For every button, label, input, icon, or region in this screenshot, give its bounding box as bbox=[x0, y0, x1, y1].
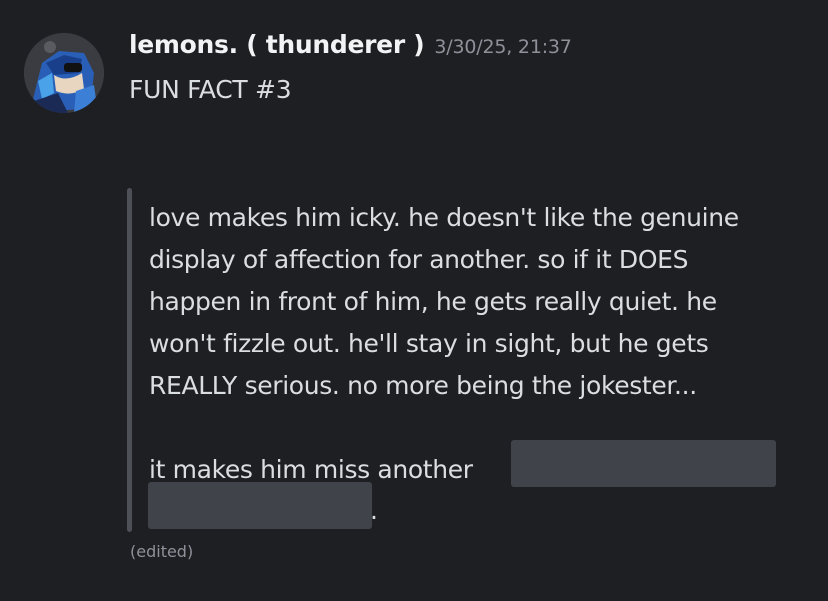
quote-line: happen in front of him, he gets really q… bbox=[149, 287, 717, 316]
spoiler-block[interactable] bbox=[511, 440, 776, 487]
quote-line: REALLY serious. no more being the jokest… bbox=[149, 371, 697, 400]
message-header: lemons. ( thunderer ) 3/30/25, 21:37 bbox=[129, 30, 572, 59]
author-name[interactable]: lemons. ( thunderer ) bbox=[129, 30, 425, 59]
quote-line: won't fizzle out. he'll stay in sight, b… bbox=[149, 329, 709, 358]
trailing-punctuation: . bbox=[370, 496, 378, 525]
message-view: lemons. ( thunderer ) 3/30/25, 21:37 FUN … bbox=[0, 0, 828, 601]
quote-bar bbox=[127, 188, 132, 532]
message-timestamp[interactable]: 3/30/25, 21:37 bbox=[434, 36, 571, 58]
quote-line: love makes him icky. he doesn't like the… bbox=[149, 203, 739, 232]
avatar[interactable] bbox=[24, 33, 104, 113]
quote-line: display of affection for another. so if … bbox=[149, 245, 689, 274]
avatar-character-icon bbox=[24, 33, 104, 113]
spoiler-block[interactable] bbox=[148, 482, 372, 529]
message-first-line: FUN FACT #3 bbox=[129, 75, 292, 104]
edited-indicator: (edited) bbox=[130, 542, 194, 561]
